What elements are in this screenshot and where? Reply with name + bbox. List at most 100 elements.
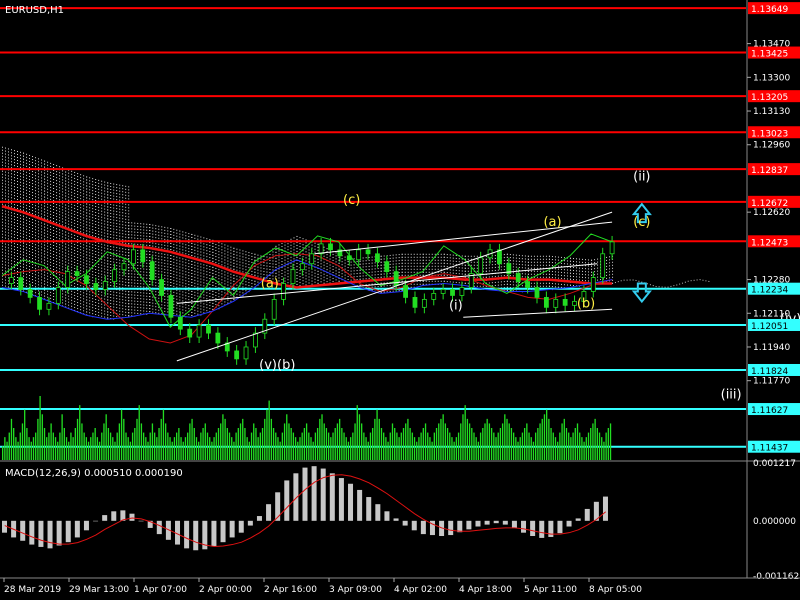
cloud-dot — [221, 261, 223, 263]
cloud-dot — [77, 185, 79, 187]
cloud-dot — [287, 282, 289, 284]
cloud-dot — [281, 270, 283, 272]
cloud-dot — [173, 246, 175, 248]
cloud-dot — [59, 217, 61, 219]
cloud-dot — [380, 255, 382, 257]
cloud-dot — [179, 305, 181, 307]
cloud-dot — [68, 238, 70, 240]
cloud-dot — [5, 276, 6, 278]
cloud-dot — [86, 221, 88, 223]
cloud-dot — [140, 226, 142, 228]
cloud-dot — [98, 302, 100, 304]
cloud-dot — [83, 292, 85, 294]
cloud-dot — [317, 270, 319, 272]
cloud-dot — [332, 271, 334, 273]
cloud-dot — [62, 206, 64, 208]
cloud-dot — [236, 257, 238, 259]
cloud-dot — [17, 231, 18, 233]
cloud-dot — [209, 302, 211, 304]
cloud-dot — [380, 276, 382, 278]
cloud-dot — [182, 312, 184, 314]
cloud-dot — [80, 183, 82, 185]
cloud-dot — [167, 239, 169, 241]
cloud-dot — [122, 275, 124, 277]
cloud-dot — [566, 272, 568, 274]
cloud-dot — [573, 273, 575, 275]
cloud-dot — [140, 262, 142, 264]
cloud-dot — [104, 190, 106, 192]
cloud-dot — [197, 286, 199, 288]
cloud-dot — [68, 256, 70, 258]
cloud-dot — [155, 270, 157, 272]
cloud-dot — [335, 267, 337, 269]
cloud-dot — [74, 225, 76, 227]
cloud-dot — [185, 265, 187, 267]
cloud-dot — [56, 216, 58, 218]
cloud-dot — [104, 250, 106, 252]
cloud-dot — [131, 303, 133, 305]
cloud-dot — [38, 173, 40, 175]
cloud-dot — [101, 291, 103, 293]
cloud-dot — [110, 194, 112, 196]
cloud-dot — [206, 280, 208, 282]
cloud-dot — [14, 150, 15, 152]
cloud-dot — [128, 276, 130, 278]
cloud-dot — [194, 243, 196, 245]
cloud-dot — [38, 278, 40, 280]
cloud-dot — [308, 270, 310, 272]
cloud-dot — [164, 307, 166, 309]
cloud-dot — [503, 254, 505, 256]
cloud-dot — [62, 257, 64, 259]
cloud-dot — [86, 176, 88, 178]
cloud-dot — [341, 258, 343, 260]
cloud-dot — [416, 259, 418, 261]
cloud-dot — [137, 267, 139, 269]
cloud-dot — [302, 244, 304, 246]
cloud-dot — [335, 261, 337, 263]
cloud-dot — [98, 194, 100, 196]
cloud-dot — [65, 300, 67, 302]
cloud-dot — [416, 274, 418, 276]
cloud-dot — [308, 276, 310, 278]
cloud-dot — [56, 270, 58, 272]
cloud-dot — [413, 283, 415, 285]
cloud-dot — [5, 231, 6, 233]
cloud-dot — [197, 295, 199, 297]
cloud-dot — [29, 262, 31, 264]
cloud-dot — [281, 273, 283, 275]
cloud-dot — [98, 212, 100, 214]
cloud-dot — [125, 191, 127, 193]
cloud-dot — [539, 282, 541, 284]
cloud-dot — [164, 253, 166, 255]
cloud-dot — [38, 239, 40, 241]
cloud-dot — [80, 243, 82, 245]
cloud-dot — [374, 268, 376, 270]
cloud-dot — [44, 178, 46, 180]
cloud-dot — [104, 262, 106, 264]
cloud-dot — [173, 276, 175, 278]
cloud-dot — [284, 277, 286, 279]
cloud-dot — [8, 151, 9, 153]
cloud-dot — [68, 214, 70, 216]
cloud-dot — [2, 170, 3, 172]
cloud-dot — [573, 264, 575, 266]
cloud-dot — [122, 308, 124, 310]
cloud-dot — [83, 214, 85, 216]
cloud-dot — [95, 254, 97, 256]
cloud-dot — [68, 196, 70, 198]
cloud-dot — [95, 311, 97, 313]
cloud-dot — [146, 280, 148, 282]
cloud-dot — [128, 216, 130, 218]
cloud-dot — [32, 249, 34, 251]
cloud-dot — [29, 163, 31, 165]
cloud-dot — [41, 291, 43, 293]
cloud-dot — [188, 236, 190, 238]
cloud-dot — [29, 229, 31, 231]
cloud-dot — [101, 219, 103, 221]
cloud-dot — [194, 276, 196, 278]
cloud-dot — [188, 254, 190, 256]
cloud-dot — [585, 274, 587, 276]
cloud-dot — [122, 242, 124, 244]
cloud-dot — [50, 207, 52, 209]
cloud-dot — [206, 283, 208, 285]
